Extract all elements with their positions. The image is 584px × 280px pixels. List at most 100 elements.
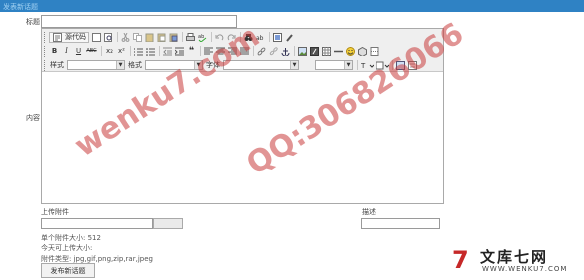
separator — [269, 32, 270, 42]
outdent-icon[interactable] — [162, 46, 173, 57]
select-all-icon[interactable] — [272, 32, 283, 43]
separator — [117, 32, 118, 42]
align-center-icon[interactable] — [215, 46, 226, 57]
svg-text:ab: ab — [256, 35, 264, 42]
description-label: 描述 — [362, 208, 376, 216]
chevron-down-icon: ▼ — [116, 61, 124, 69]
max-attachment-size-text: 单个附件大小: 512 — [41, 234, 101, 242]
bold-button[interactable]: B — [49, 46, 60, 57]
source-code-button[interactable]: 源代码 — [49, 31, 89, 43]
content-label: 内容 — [26, 114, 40, 122]
smiley-icon[interactable] — [345, 46, 356, 57]
blockquote-icon[interactable]: ❝ — [186, 46, 197, 57]
separator — [253, 46, 254, 56]
style-label: 样式 — [50, 61, 64, 69]
font-select[interactable]: ▼ — [223, 60, 299, 70]
align-left-icon[interactable] — [203, 46, 214, 57]
page-break-icon[interactable] — [369, 46, 380, 57]
toolbar-grip — [44, 31, 47, 43]
browse-button[interactable] — [153, 218, 183, 229]
preview-icon[interactable] — [103, 32, 114, 43]
toolbar-grip — [44, 45, 47, 57]
unlink-icon[interactable] — [268, 46, 279, 57]
indent-icon[interactable] — [174, 46, 185, 57]
format-label: 格式 — [128, 61, 142, 69]
logo-mark: 7 — [452, 246, 469, 274]
title-input[interactable] — [41, 15, 237, 28]
separator — [240, 32, 241, 42]
separator — [392, 60, 393, 70]
separator — [101, 46, 102, 56]
svg-text:ab: ab — [198, 34, 204, 40]
style-select[interactable]: ▼ — [67, 60, 125, 70]
separator — [200, 46, 201, 56]
toolbar-grip — [44, 59, 47, 71]
table-icon[interactable] — [321, 46, 332, 57]
remove-format-icon[interactable] — [284, 32, 295, 43]
separator — [182, 32, 183, 42]
paste-text-icon[interactable] — [156, 32, 167, 43]
strikethrough-button[interactable]: ABC — [85, 46, 98, 57]
chevron-down-icon: ▼ — [344, 61, 352, 69]
numbered-list-icon[interactable] — [133, 46, 144, 57]
paste-icon[interactable] — [144, 32, 155, 43]
show-blocks-icon[interactable] — [407, 60, 418, 71]
special-char-icon[interactable] — [357, 46, 368, 57]
copy-icon[interactable] — [132, 32, 143, 43]
toolbar-row-2: B I U ABC x₂ x² ❝ — [44, 45, 381, 57]
chevron-down-icon: ▼ — [194, 61, 202, 69]
title-label: 标题 — [26, 18, 40, 26]
find-icon[interactable] — [243, 32, 254, 43]
cut-icon[interactable] — [120, 32, 131, 43]
editor-toolbar: 源代码 ab ab B I U ABC x₂ x² ❝ 样式 ▼ 格式 ▼ 字体… — [42, 29, 443, 72]
flash-icon[interactable] — [309, 46, 320, 57]
print-icon[interactable] — [185, 32, 196, 43]
subscript-button[interactable]: x₂ — [104, 46, 115, 57]
save-document-icon[interactable] — [91, 32, 102, 43]
underline-button[interactable]: U — [73, 46, 84, 57]
attachment-file-input[interactable] — [41, 218, 153, 229]
redo-icon[interactable] — [226, 32, 237, 43]
separator — [211, 32, 212, 42]
toolbar-row-1: 源代码 ab ab — [44, 31, 296, 43]
justify-icon[interactable] — [239, 46, 250, 57]
replace-icon[interactable]: ab — [255, 32, 266, 43]
source-icon — [52, 32, 63, 43]
rich-text-editor: 源代码 ab ab B I U ABC x₂ x² ❝ 样式 ▼ 格式 ▼ 字体… — [41, 28, 444, 204]
site-logo: 7 文库七网 WWW.WENKU7.COM — [452, 246, 582, 278]
link-icon[interactable] — [256, 46, 267, 57]
separator — [357, 60, 358, 70]
logo-url: WWW.WENKU7.COM — [482, 265, 568, 273]
spellcheck-icon[interactable]: ab — [197, 32, 208, 43]
today-upload-quota-text: 今天可上传大小: — [41, 244, 93, 252]
submit-new-topic-button[interactable]: 发布新话题 — [41, 263, 95, 278]
italic-button[interactable]: I — [61, 46, 72, 57]
horizontal-rule-icon[interactable] — [333, 46, 344, 57]
chevron-down-icon: ▼ — [290, 61, 298, 69]
separator — [130, 46, 131, 56]
separator — [159, 46, 160, 56]
header-bar: 发表新话题 — [0, 0, 584, 12]
maximize-icon[interactable] — [395, 60, 406, 71]
toolbar-row-3: 样式 ▼ 格式 ▼ 字体 ▼ ▼ T — [44, 59, 419, 71]
anchor-icon[interactable] — [280, 46, 291, 57]
font-label: 字体 — [206, 61, 220, 69]
logo-name: 文库七网 — [480, 248, 549, 266]
size-select[interactable]: ▼ — [315, 60, 353, 70]
size-icon — [303, 60, 314, 71]
header-title: 发表新话题 — [3, 3, 38, 11]
text-color-icon[interactable]: T — [360, 60, 374, 71]
source-code-label: 源代码 — [65, 33, 86, 41]
undo-icon[interactable] — [214, 32, 225, 43]
svg-text:T: T — [361, 62, 366, 70]
superscript-button[interactable]: x² — [116, 46, 127, 57]
upload-attachment-label: 上传附件 — [41, 208, 69, 216]
image-icon[interactable] — [297, 46, 308, 57]
format-select[interactable]: ▼ — [145, 60, 203, 70]
editor-content-area[interactable] — [42, 72, 443, 203]
align-right-icon[interactable] — [227, 46, 238, 57]
description-input[interactable] — [361, 218, 440, 229]
paste-word-icon[interactable] — [168, 32, 179, 43]
bulleted-list-icon[interactable] — [145, 46, 156, 57]
background-color-icon[interactable] — [375, 60, 389, 71]
